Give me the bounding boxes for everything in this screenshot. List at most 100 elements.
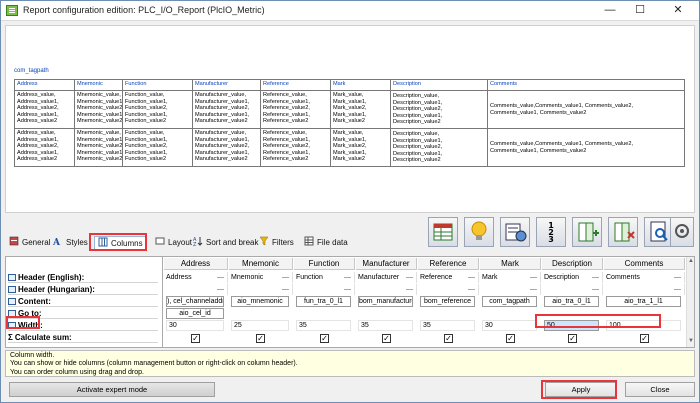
header-hu-cell[interactable]: — — [604, 284, 685, 295]
svg-text:A: A — [53, 238, 61, 246]
header-en-cell[interactable]: Reference — — [418, 272, 479, 283]
column-header-reference[interactable]: Reference — [418, 258, 479, 270]
tab-styles[interactable]: A Styles — [53, 236, 88, 250]
preview-cell-line: Function_value2 — [125, 156, 167, 162]
dash-marker: — — [217, 274, 224, 281]
column-header-manufacturer[interactable]: Manufacturer — [356, 258, 417, 270]
header-hu-cell[interactable]: — — [356, 284, 417, 295]
header-en-cell[interactable]: Function — — [294, 272, 355, 283]
tab-columns[interactable]: Columns — [94, 236, 147, 250]
calc-sum-checkbox[interactable]: ✓ — [640, 334, 649, 343]
width-field[interactable]: 35 — [420, 320, 475, 331]
header-en-cell[interactable]: Manufacturer — — [356, 272, 417, 283]
grid-splitter[interactable] — [162, 257, 163, 347]
goto-row-icon — [8, 310, 16, 317]
tab-general[interactable]: General — [9, 236, 50, 250]
preview-header-cell: Description — [390, 79, 488, 91]
preview-caption: com_tagpath — [14, 68, 49, 74]
scroll-up-icon[interactable]: ▲ — [688, 258, 694, 264]
calc-sum-checkbox[interactable]: ✓ — [506, 334, 515, 343]
header-hu-cell[interactable]: — — [229, 284, 293, 295]
column-header-comments[interactable]: Comments — [604, 258, 685, 270]
preview-header-cell: Mnemonic — [74, 79, 123, 91]
row-label-header-en: Header (English): — [8, 272, 158, 283]
preview-cell-mnemonic: Mnemonic_value, Mnemonic_value1, Mnemonic_… — [74, 90, 123, 129]
tab-file-data[interactable]: File data — [304, 236, 348, 250]
sort-icon: AZ — [193, 237, 203, 246]
width-field[interactable]: 30 — [482, 320, 537, 331]
scroll-down-icon[interactable]: ▼ — [688, 338, 694, 344]
preview-cell-line: Manufacturer_value2 — [195, 118, 248, 124]
width-field[interactable]: 30 — [166, 320, 224, 331]
header-row-icon — [8, 286, 16, 293]
column-header-address[interactable]: Address — [164, 258, 228, 270]
preview-cell-mark: Mark_value, Mark_value1, Mark_value2, Mark_… — [330, 128, 391, 167]
content-field[interactable]: aio_tra_1_l1 — [606, 296, 681, 307]
grid-vertical-scrollbar[interactable]: ▲ ▼ — [686, 257, 694, 347]
general-icon — [9, 236, 19, 246]
column-properties-grid: Header (English): Header (Hungarian): Co… — [5, 256, 695, 348]
content-field[interactable]: aio_tra_0_l1 — [544, 296, 599, 307]
calc-sum-checkbox[interactable]: ✓ — [256, 334, 265, 343]
window-title: Report configuration edition: PLC_I/O_Re… — [23, 5, 265, 15]
info-line: You can show or hide columns (column man… — [10, 360, 298, 368]
dash-marker: — — [592, 274, 599, 281]
content-field[interactable]: bom_reference — [420, 296, 475, 307]
maximize-button[interactable]: ☐ — [627, 2, 653, 19]
width-field[interactable]: 100 — [606, 320, 681, 331]
preview-header-cell: Address — [14, 79, 75, 91]
tab-filters[interactable]: Filters — [259, 236, 294, 250]
preview-cell-address: Address_value, Address_value1, Address_val… — [14, 90, 75, 129]
calc-sum-checkbox[interactable]: ✓ — [320, 334, 329, 343]
column-header-mark[interactable]: Mark — [480, 258, 541, 270]
row-label-width: Width: — [8, 320, 158, 331]
header-hu-cell[interactable]: — — [542, 284, 603, 295]
header-en-cell[interactable]: Comments — — [604, 272, 685, 283]
goto-field[interactable]: aio_cel_id — [166, 308, 224, 319]
info-line: Column width. — [10, 352, 55, 359]
preview-cell-line: Reference_value2 — [263, 118, 309, 124]
column-header-mnemonic[interactable]: Mnemonic — [229, 258, 293, 270]
column-header-description[interactable]: Description — [542, 258, 603, 270]
header-en-cell[interactable]: Mark — — [480, 272, 541, 283]
header-en-cell[interactable]: Address — — [164, 272, 228, 283]
tab-sort-and-break[interactable]: A Z Sort and break — [193, 236, 258, 250]
preview-cell-line: Address_value2 — [17, 118, 58, 124]
column-header-function[interactable]: Function — [294, 258, 355, 270]
tab-layout-label: Layout — [168, 238, 193, 247]
header-hu-cell[interactable]: — — [164, 284, 228, 295]
tab-general-label: General — [22, 238, 51, 247]
preview-cell-line: Function_value2 — [125, 118, 167, 124]
header-hu-cell[interactable]: — — [418, 284, 479, 295]
tab-layout[interactable]: Layout — [155, 236, 192, 250]
close-button[interactable]: Close — [625, 382, 695, 397]
content-field[interactable]: fun_tra_0_l1 — [296, 296, 351, 307]
content-field[interactable]: com_tagpath — [482, 296, 537, 307]
content-field[interactable]: aio_mnemonic — [231, 296, 289, 307]
apply-button[interactable]: Apply — [545, 382, 617, 397]
header-en-value: Description — [544, 274, 580, 281]
header-en-cell[interactable]: Mnemonic — — [229, 272, 293, 283]
row-label-header-hu: Header (Hungarian): — [8, 284, 158, 295]
width-field[interactable]: 35 — [296, 320, 351, 331]
preview-header-cell: Mark — [330, 79, 391, 91]
header-en-cell[interactable]: Description — — [542, 272, 603, 283]
calc-sum-checkbox[interactable]: ✓ — [191, 334, 200, 343]
calc-sum-checkbox[interactable]: ✓ — [382, 334, 391, 343]
header-hu-cell[interactable]: — — [294, 284, 355, 295]
columns-icon — [98, 237, 108, 247]
activate-expert-mode-button[interactable]: Activate expert mode — [9, 382, 215, 397]
content-field[interactable]: ), cel_channeladdres — [166, 296, 224, 307]
width-field[interactable]: 50 — [544, 320, 599, 331]
dash-marker: — — [468, 286, 475, 293]
calc-sum-checkbox[interactable]: ✓ — [568, 334, 577, 343]
header-hu-cell[interactable]: — — [480, 284, 541, 295]
app-icon — [6, 5, 18, 16]
content-field[interactable]: bom_manufacturer — [358, 296, 413, 307]
header-en-value: Function — [296, 274, 323, 281]
minimize-button[interactable]: — — [597, 2, 623, 19]
calc-sum-checkbox[interactable]: ✓ — [444, 334, 453, 343]
width-field[interactable]: 25 — [231, 320, 289, 331]
width-field[interactable]: 35 — [358, 320, 413, 331]
close-window-button[interactable]: ✕ — [665, 2, 691, 19]
